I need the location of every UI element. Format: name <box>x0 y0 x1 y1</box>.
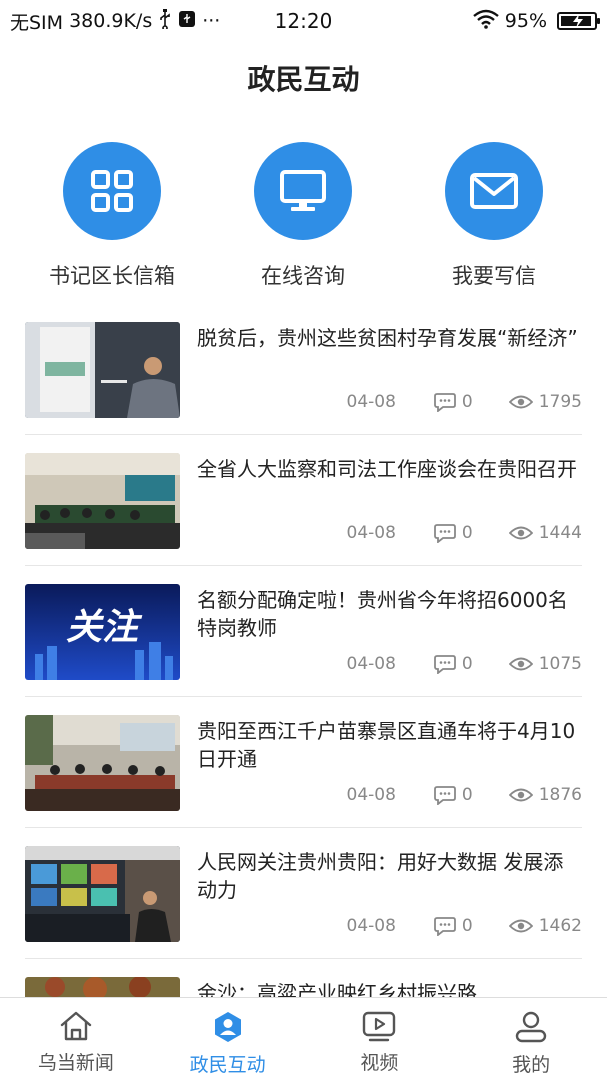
quick-action-label: 在线咨询 <box>261 264 345 288</box>
view-count: 1444 <box>508 523 582 543</box>
online-consult-button[interactable]: 在线咨询 <box>208 142 398 290</box>
news-item[interactable]: 脱贫后，贵州这些贫困村孕育发展“新经济” 04-08 0 1795 <box>25 304 582 435</box>
status-right: 95% <box>472 9 600 34</box>
nav-label: 乌当新闻 <box>37 1052 114 1074</box>
battery-icon <box>557 12 600 30</box>
comment-icon <box>434 917 456 936</box>
news-thumbnail <box>25 715 180 811</box>
mail-icon <box>445 142 543 240</box>
thumb-text: 关注 <box>66 607 143 648</box>
comment-count: 0 <box>434 916 473 936</box>
quick-actions: 书记区长信箱 在线咨询 我要写信 <box>0 142 607 292</box>
status-bar: 无SIM 380.9K/s ··· 12:20 95% <box>0 0 607 42</box>
news-date: 04-08 <box>346 392 396 412</box>
news-title: 贵阳至西江千户苗寨景区直通车将于4月10日开通 <box>197 719 576 771</box>
network-speed: 380.9K/s <box>69 10 153 32</box>
write-letter-button[interactable]: 我要写信 <box>399 142 589 290</box>
battery-percent: 95% <box>504 10 547 32</box>
quick-action-label: 书记区长信箱 <box>49 264 175 288</box>
comment-count: 0 <box>434 523 473 543</box>
news-date: 04-08 <box>346 785 396 805</box>
news-date: 04-08 <box>346 916 396 936</box>
news-date: 04-08 <box>346 523 396 543</box>
news-title: 人民网关注贵州贵阳：用好大数据 发展添动力 <box>197 850 564 902</box>
user-icon <box>515 1011 547 1043</box>
quick-action-label: 我要写信 <box>452 264 536 288</box>
news-list: 脱贫后，贵州这些贫困村孕育发展“新经济” 04-08 0 1795 全省人大监察… <box>25 304 582 1080</box>
wifi-icon <box>472 9 499 34</box>
comment-count-value: 0 <box>461 392 473 412</box>
comment-count: 0 <box>434 654 473 674</box>
view-count: 1795 <box>508 392 582 412</box>
news-meta: 04-08 0 1444 <box>197 523 582 543</box>
more-icon: ··· <box>202 10 221 32</box>
status-left: 无SIM 380.9K/s ··· <box>10 8 220 35</box>
news-meta: 04-08 0 1795 <box>197 392 582 412</box>
news-thumbnail: 关注 <box>25 584 180 680</box>
news-thumbnail <box>25 453 180 549</box>
nav-item-video[interactable]: 视频 <box>304 998 456 1080</box>
eye-icon <box>508 657 533 671</box>
news-item[interactable]: 关注 名额分配确定啦！贵州省今年将招6000名特岗教师 04-08 0 1075 <box>25 566 582 697</box>
view-count: 1462 <box>508 916 582 936</box>
comment-icon <box>434 524 456 543</box>
comment-icon <box>434 786 456 805</box>
comment-count: 0 <box>434 392 473 412</box>
comment-count-value: 0 <box>461 916 473 936</box>
bottom-nav: 乌当新闻 政民互动 视频 我的 <box>0 997 607 1080</box>
carrier-text: 无SIM <box>10 11 64 34</box>
eye-icon <box>508 919 533 933</box>
eye-icon <box>508 788 533 802</box>
nav-item-mine[interactable]: 我的 <box>455 998 607 1080</box>
news-meta: 04-08 0 1462 <box>197 916 582 936</box>
news-meta: 04-08 0 1075 <box>197 654 582 674</box>
eye-icon <box>508 395 533 409</box>
usb-debug-icon <box>178 10 196 33</box>
news-title: 名额分配确定啦！贵州省今年将招6000名特岗教师 <box>197 588 568 640</box>
comment-count: 0 <box>434 785 473 805</box>
comment-count-value: 0 <box>461 654 473 674</box>
page-title: 政民互动 <box>247 63 360 96</box>
comment-icon <box>434 655 456 674</box>
news-item[interactable]: 贵阳至西江千户苗寨景区直通车将于4月10日开通 04-08 0 1876 <box>25 697 582 828</box>
view-count: 1876 <box>508 785 582 805</box>
news-thumbnail <box>25 322 180 418</box>
news-meta: 04-08 0 1876 <box>197 785 582 805</box>
view-count-value: 1075 <box>538 654 582 674</box>
comment-icon <box>434 393 456 412</box>
interaction-icon <box>214 1012 241 1042</box>
monitor-icon <box>254 142 352 240</box>
nav-label: 政民互动 <box>189 1054 266 1076</box>
news-date: 04-08 <box>346 654 396 674</box>
comment-count-value: 0 <box>461 785 473 805</box>
grid-icon <box>63 142 161 240</box>
usb-icon <box>158 8 172 34</box>
nav-label: 视频 <box>360 1052 399 1074</box>
nav-item-interaction[interactable]: 政民互动 <box>152 998 304 1080</box>
video-icon <box>363 1011 396 1042</box>
news-title: 脱贫后，贵州这些贫困村孕育发展“新经济” <box>197 326 578 350</box>
nav-label: 我的 <box>512 1054 551 1076</box>
news-item[interactable]: 人民网关注贵州贵阳：用好大数据 发展添动力 04-08 0 1462 <box>25 828 582 959</box>
mayor-mailbox-button[interactable]: 书记区长信箱 <box>17 142 207 290</box>
nav-item-news[interactable]: 乌当新闻 <box>0 998 152 1080</box>
eye-icon <box>508 526 533 540</box>
news-title: 全省人大监察和司法工作座谈会在贵阳召开 <box>197 457 577 481</box>
comment-count-value: 0 <box>461 523 473 543</box>
news-thumbnail <box>25 846 180 942</box>
view-count-value: 1795 <box>538 392 582 412</box>
view-count-value: 1462 <box>538 916 582 936</box>
view-count: 1075 <box>508 654 582 674</box>
news-item[interactable]: 全省人大监察和司法工作座谈会在贵阳召开 04-08 0 1444 <box>25 435 582 566</box>
view-count-value: 1876 <box>538 785 582 805</box>
home-icon <box>60 1011 92 1041</box>
view-count-value: 1444 <box>538 523 582 543</box>
